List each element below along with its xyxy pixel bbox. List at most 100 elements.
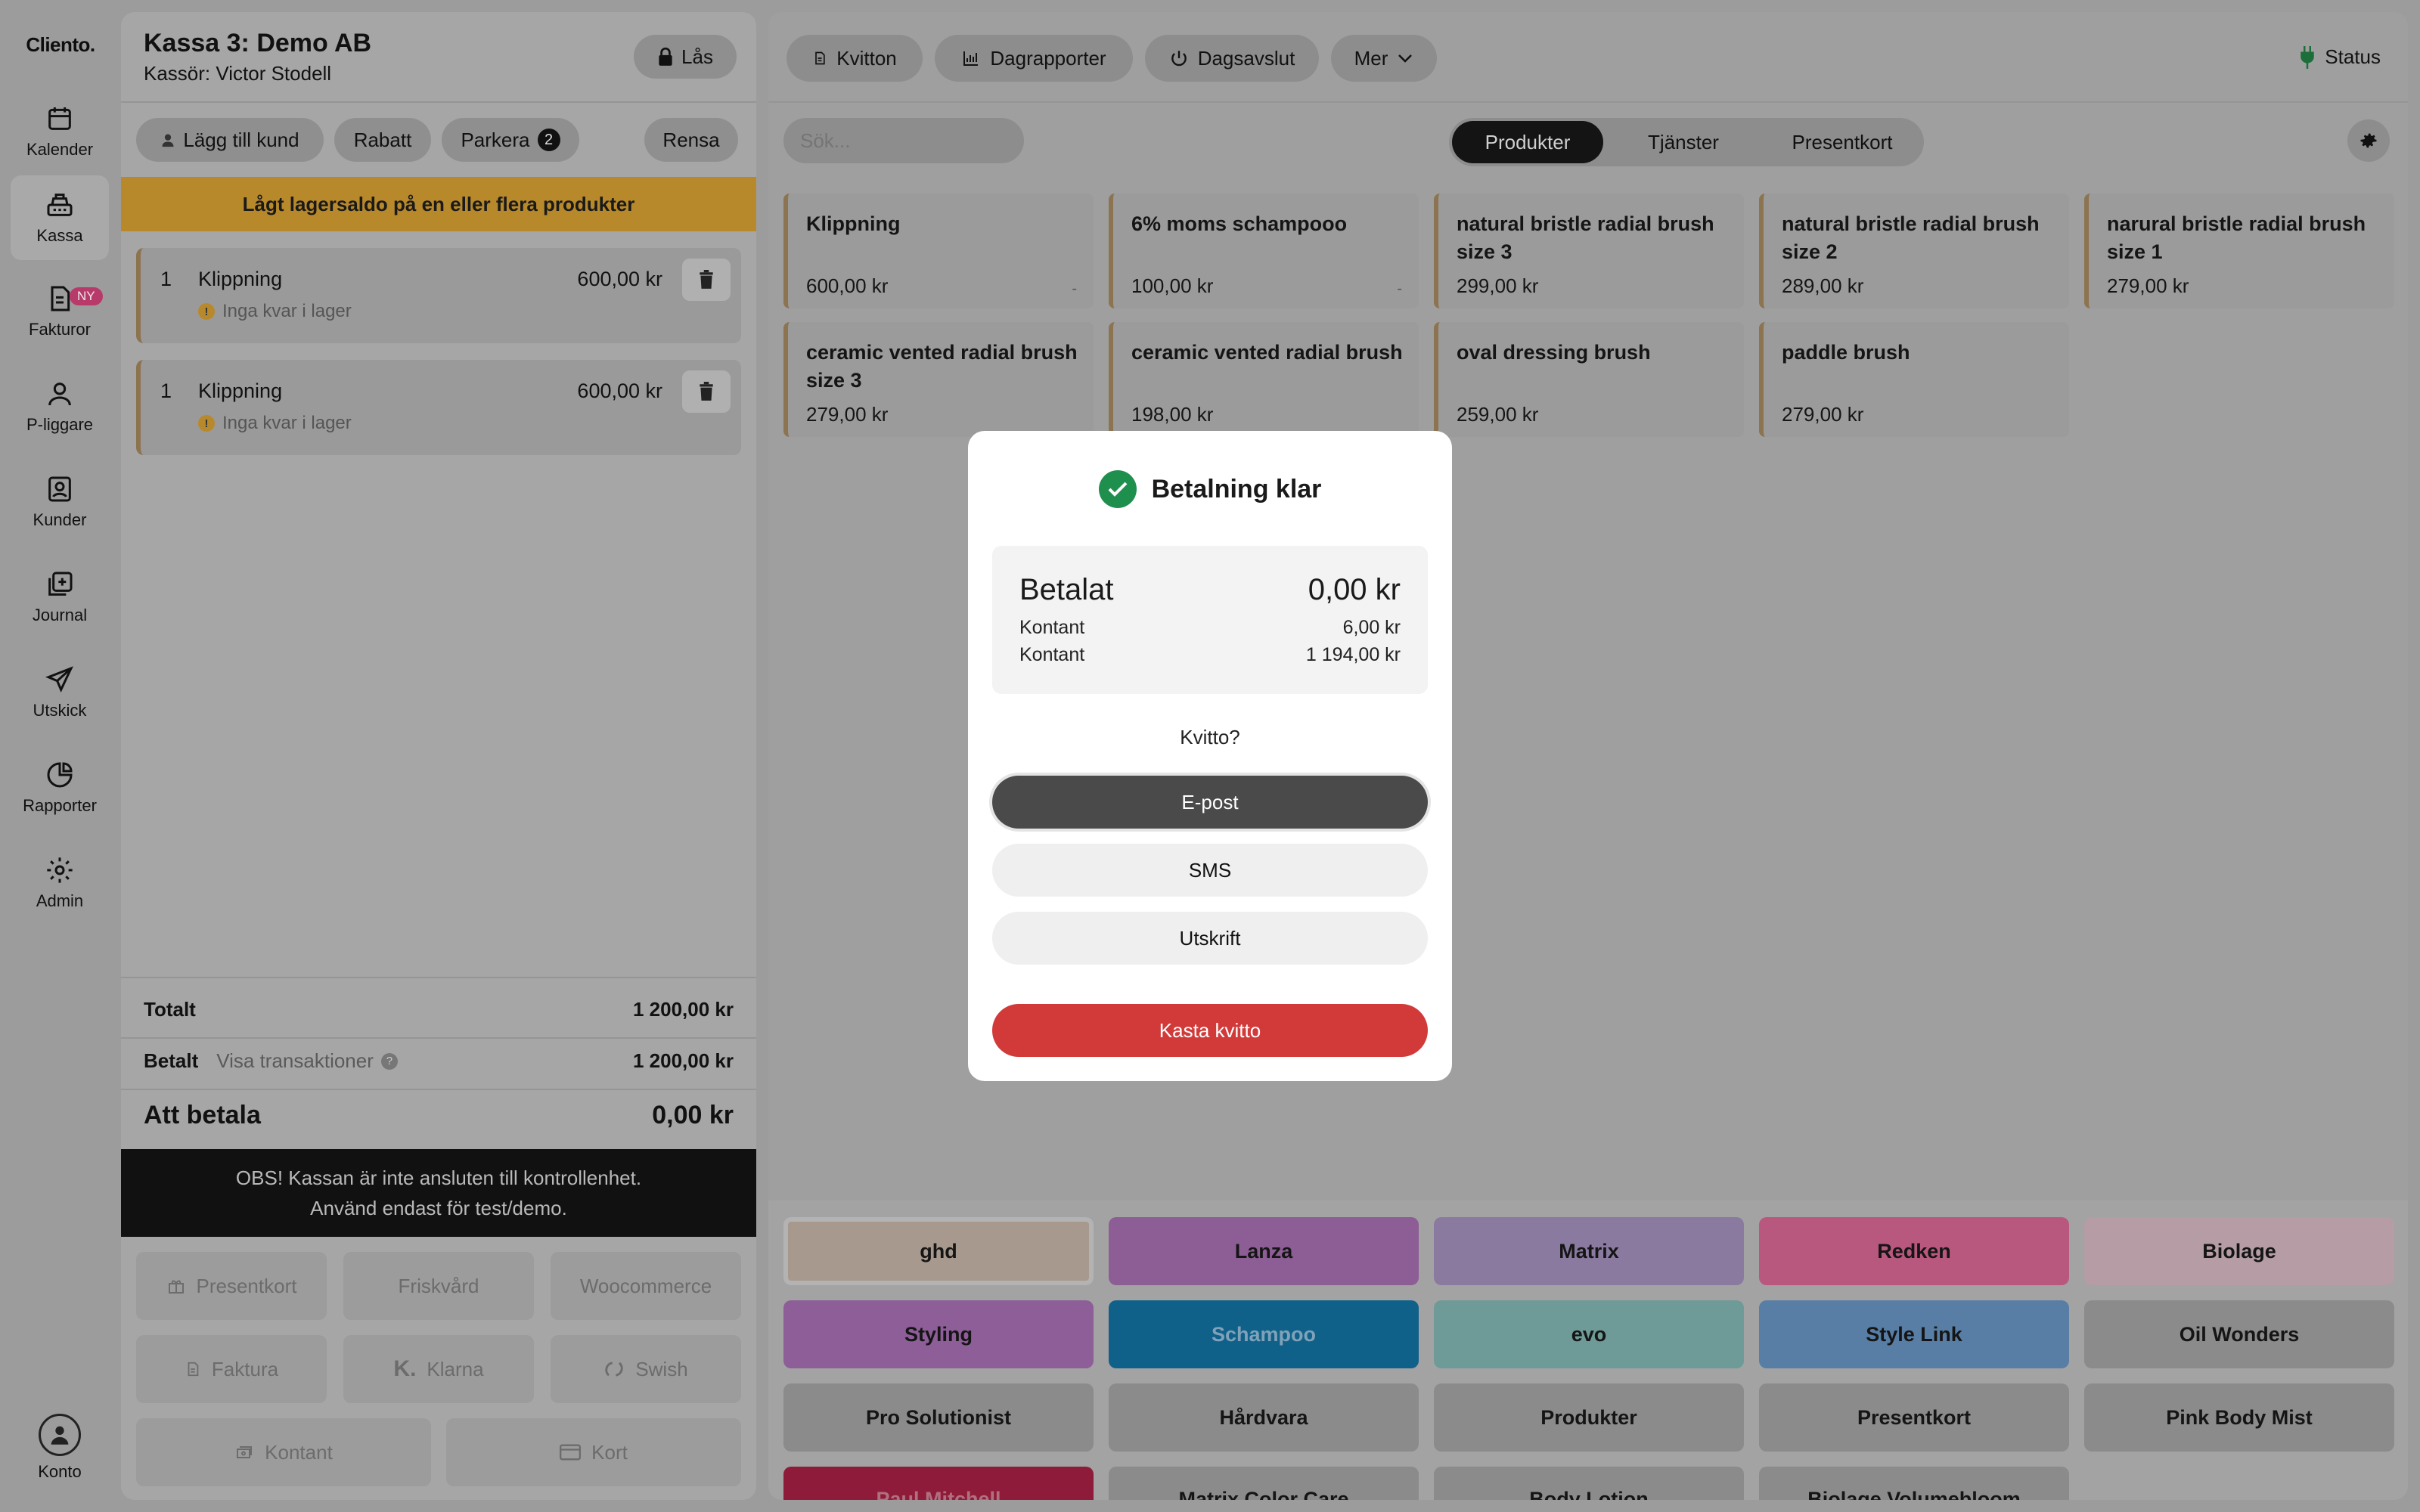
status-indicator[interactable]: Status	[2299, 45, 2381, 69]
daily-reports-label: Dagrapporter	[990, 46, 1106, 70]
category-button[interactable]: Pro Solutionist	[783, 1383, 1094, 1452]
delete-line-button[interactable]	[682, 370, 731, 413]
due-label: Att betala	[144, 1101, 261, 1129]
product-tile[interactable]: narural bristle radial brush size 1 279,…	[2084, 194, 2394, 308]
receipts-button[interactable]: Kvitton	[786, 35, 923, 82]
nav-item-admin[interactable]: Admin	[11, 841, 109, 925]
add-customer-button[interactable]: Lägg till kund	[136, 118, 324, 162]
category-button[interactable]: Matrix Color Care	[1109, 1467, 1419, 1500]
pay-klarna-button[interactable]: K. Klarna	[343, 1335, 534, 1403]
category-button[interactable]: Biolage	[2084, 1217, 2394, 1285]
category-button[interactable]: Oil Wonders	[2084, 1300, 2394, 1368]
category-button[interactable]: Paul Mitchell	[783, 1467, 1094, 1500]
pay-invoice-button[interactable]: Faktura	[136, 1335, 327, 1403]
category-button[interactable]: evo	[1434, 1300, 1744, 1368]
pay-swish-button[interactable]: Swish	[551, 1335, 741, 1403]
product-tile[interactable]: Klippning 600,00 kr -	[783, 194, 1094, 308]
nav-item-fakturor[interactable]: NY Fakturor	[11, 269, 109, 354]
category-button[interactable]: Hårdvara	[1109, 1383, 1419, 1452]
send-icon	[45, 666, 73, 692]
pay-wellness-button[interactable]: Friskvård	[343, 1252, 534, 1320]
product-tile[interactable]: natural bristle radial brush size 2 289,…	[1759, 194, 2069, 308]
discount-button[interactable]: Rabatt	[334, 118, 431, 162]
nav-item-utskick[interactable]: Utskick	[11, 650, 109, 735]
pay-cash-button[interactable]: Kontant	[136, 1418, 431, 1486]
category-button[interactable]: Body Lotion	[1434, 1467, 1744, 1500]
day-close-button[interactable]: Dagsavslut	[1145, 35, 1319, 82]
category-label: Style Link	[1866, 1322, 1962, 1346]
category-button[interactable]: Produkter	[1434, 1383, 1744, 1452]
pay-card-button[interactable]: Kort	[446, 1418, 741, 1486]
pie-chart-icon	[47, 762, 73, 788]
divider	[121, 1037, 756, 1039]
stock-text: Inga kvar i lager	[222, 301, 352, 321]
register-title: Kassa 3: Demo AB	[144, 29, 372, 57]
nav-item-kassa[interactable]: Kassa	[11, 175, 109, 260]
tab-produkter[interactable]: Produkter	[1452, 121, 1603, 163]
category-label: Biolage Volumebloom	[1807, 1488, 2021, 1500]
search-input[interactable]	[783, 118, 1024, 163]
delete-line-button[interactable]	[682, 259, 731, 301]
category-button[interactable]: Redken	[1759, 1217, 2069, 1285]
product-name: Klippning	[806, 212, 901, 235]
product-tile[interactable]: ceramic vented radial brush size 3 279,0…	[783, 322, 1094, 437]
product-tile[interactable]: 6% moms schampooo 100,00 kr -	[1109, 194, 1419, 308]
pay-label: Woocommerce	[579, 1274, 712, 1297]
settings-button[interactable]	[2347, 119, 2390, 162]
category-button[interactable]: ghd	[783, 1217, 1094, 1285]
pay-label: Friskvård	[398, 1274, 479, 1297]
park-button[interactable]: Parkera 2	[442, 118, 579, 162]
nav-item-kalender[interactable]: Kalender	[11, 89, 109, 174]
category-button[interactable]: Lanza	[1109, 1217, 1419, 1285]
checkmark-icon	[1098, 470, 1137, 508]
nav-item-kunder[interactable]: Kunder	[11, 460, 109, 544]
cart-line[interactable]: 1 Klippning 600,00 kr ! Inga kvar i lager	[136, 360, 741, 455]
category-button[interactable]: Matrix	[1434, 1217, 1744, 1285]
clear-button[interactable]: Rensa	[644, 118, 738, 162]
more-menu-button[interactable]: Mer	[1331, 35, 1437, 82]
category-button[interactable]: Biolage Volumebloom	[1759, 1467, 2069, 1500]
park-count-badge: 2	[537, 129, 560, 151]
daily-reports-button[interactable]: Dagrapporter	[935, 35, 1133, 82]
stock-text: Inga kvar i lager	[222, 413, 352, 433]
category-button[interactable]: Schampoo	[1109, 1300, 1419, 1368]
divider	[121, 977, 756, 978]
lock-button[interactable]: Lås	[634, 35, 737, 79]
category-button[interactable]: Presentkort	[1759, 1383, 2069, 1452]
category-button[interactable]: Styling	[783, 1300, 1094, 1368]
product-price: 259,00 kr	[1457, 403, 1539, 426]
product-tile[interactable]: ceramic vented radial brush 198,00 kr	[1109, 322, 1419, 437]
discard-receipt-button[interactable]: Kasta kvitto	[992, 1004, 1428, 1057]
person-icon	[162, 134, 174, 147]
cart-line[interactable]: 1 Klippning 600,00 kr ! Inga kvar i lager	[136, 248, 741, 343]
product-name: oval dressing brush	[1457, 341, 1651, 364]
product-tile[interactable]: paddle brush 279,00 kr	[1759, 322, 2069, 437]
tab-tjanster[interactable]: Tjänster	[1608, 121, 1759, 163]
avatar	[39, 1414, 81, 1456]
print-receipt-button[interactable]: Utskrift	[992, 912, 1428, 965]
pay-giftcard-button[interactable]: Presentkort	[136, 1252, 327, 1320]
category-button[interactable]: Style Link	[1759, 1300, 2069, 1368]
park-label: Parkera	[461, 128, 530, 151]
email-receipt-button[interactable]: E-post	[992, 776, 1428, 829]
account-button[interactable]: Konto	[11, 1406, 109, 1489]
pay-woocommerce-button[interactable]: Woocommerce	[551, 1252, 741, 1320]
nav-item-p-liggare[interactable]: P-liggare	[11, 364, 109, 449]
show-transactions-link[interactable]: Visa transaktioner?	[216, 1049, 398, 1073]
product-price: 289,00 kr	[1782, 274, 1864, 297]
receipt-icon	[815, 51, 825, 65]
product-tile[interactable]: oval dressing brush 259,00 kr	[1434, 322, 1744, 437]
category-button[interactable]: Pink Body Mist	[2084, 1383, 2394, 1452]
product-price: 279,00 kr	[806, 403, 889, 426]
product-tile[interactable]: natural bristle radial brush size 3 299,…	[1434, 194, 1744, 308]
paid-value: 1 200,00 kr	[632, 1049, 734, 1072]
cash-icon	[237, 1446, 253, 1458]
sms-receipt-button[interactable]: SMS	[992, 844, 1428, 897]
trash-icon	[700, 382, 713, 401]
account-label: Konto	[38, 1462, 82, 1481]
divider	[121, 1089, 756, 1090]
nav-item-journal[interactable]: Journal	[11, 555, 109, 640]
tab-presentkort[interactable]: Presentkort	[1764, 121, 1921, 163]
nav-item-rapporter[interactable]: Rapporter	[11, 745, 109, 830]
product-mark: -	[1397, 280, 1402, 297]
